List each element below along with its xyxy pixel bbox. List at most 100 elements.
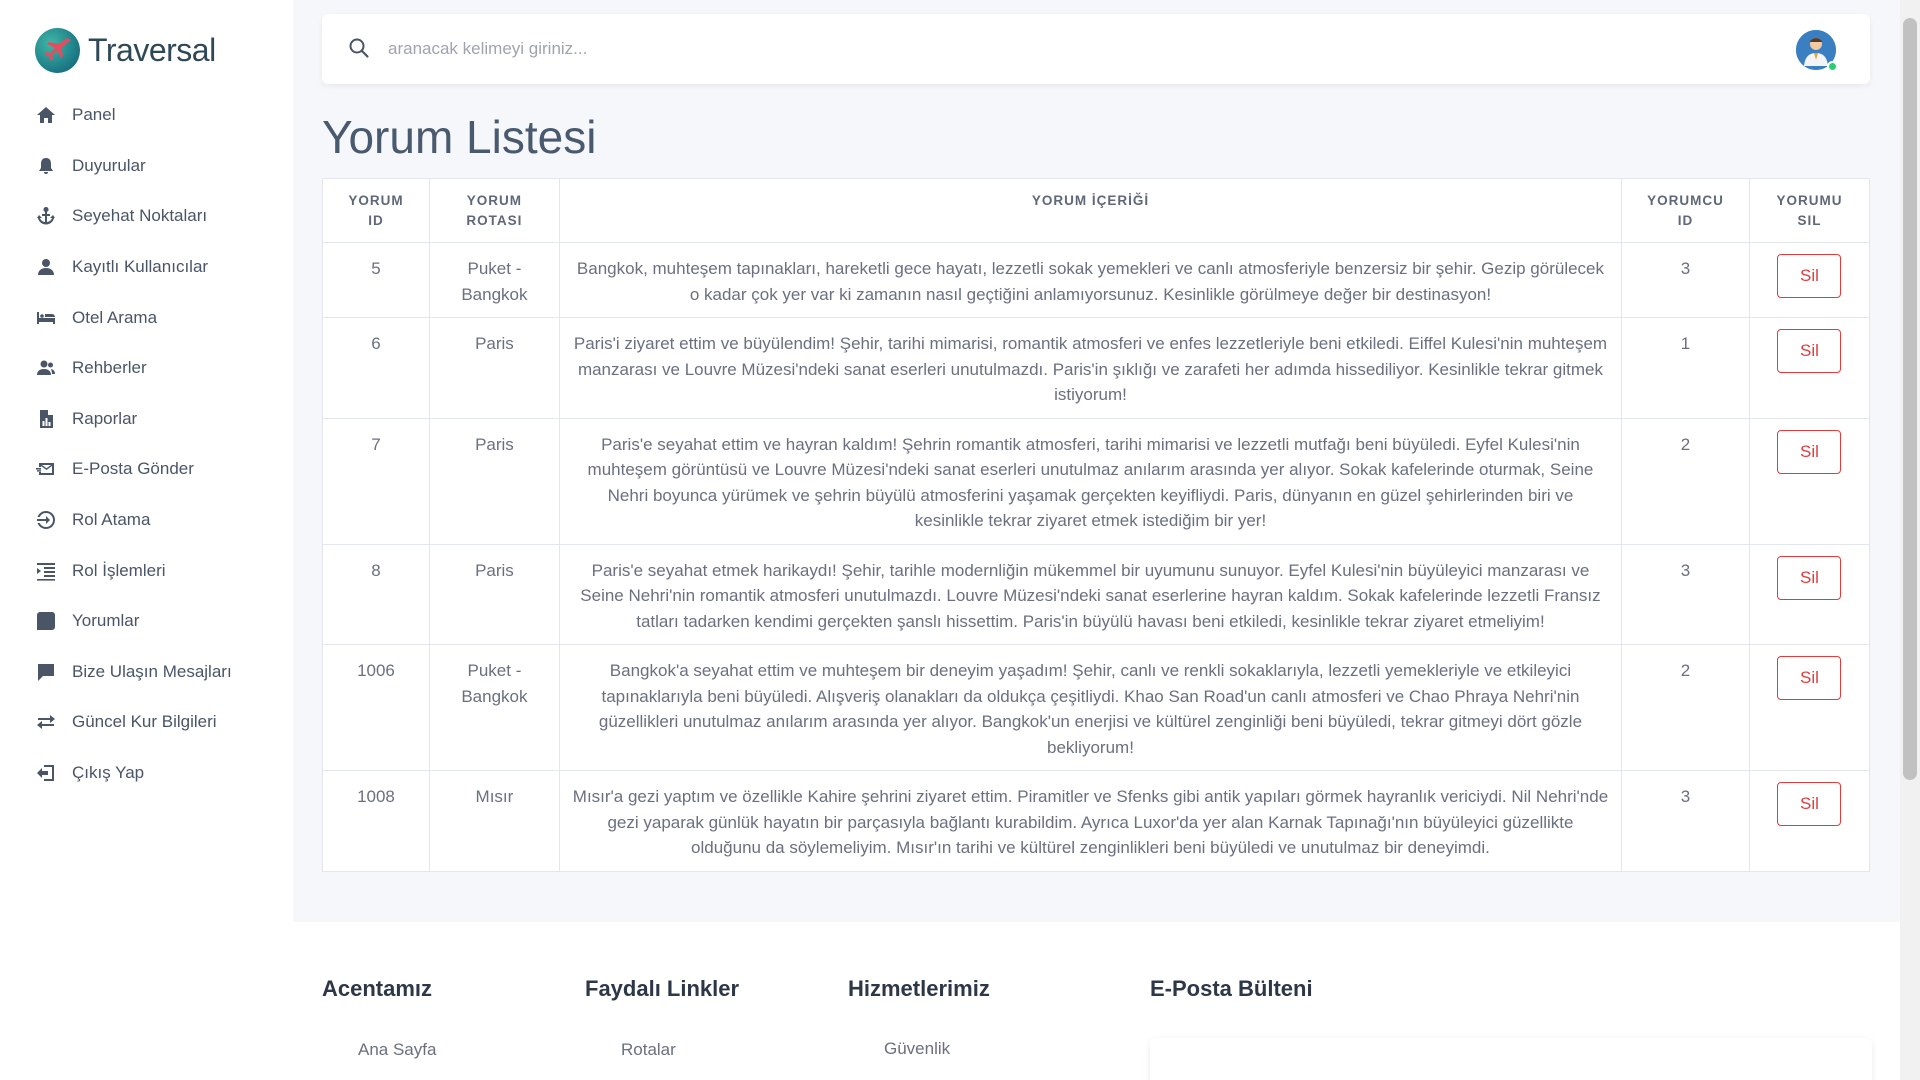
comment-content-cell: Paris'i ziyaret ettim ve büyülendim! Şeh… xyxy=(558,317,1623,419)
exchange-icon xyxy=(35,711,57,733)
sidebar-item-label: Otel Arama xyxy=(72,307,158,327)
commenter-id-cell: 2 xyxy=(1621,417,1750,545)
delete-comment-button[interactable]: Sil xyxy=(1777,555,1842,600)
footer-column-services: Hizmetlerimiz Güvenlik xyxy=(848,976,990,1058)
sidebar-item-label: Kayıtlı Kullanıcılar xyxy=(72,257,209,277)
anchor-icon xyxy=(35,205,57,227)
table-row: 6 Paris Paris'i ziyaret ettim ve büyülen… xyxy=(322,317,1871,419)
sidebar-item-e-posta-gonder[interactable]: E-Posta Gönder xyxy=(35,444,285,495)
comments-table: YORUM ID YORUM ROTASI YORUM İÇERİĞİ YORUMC… xyxy=(322,178,1871,872)
delete-comment-button[interactable]: Sil xyxy=(1777,782,1842,826)
delete-cell: Sil xyxy=(1748,644,1871,771)
comment-route-cell: Mısır xyxy=(428,770,560,872)
sidebar-item-otel-arama[interactable]: Otel Arama xyxy=(35,292,285,343)
sidebar-nav: Panel Duyurular Seyehat Noktaları Kayıtl… xyxy=(35,90,285,798)
comment-route-cell: Puket - Bangkok xyxy=(428,644,560,771)
commenter-id-cell: 3 xyxy=(1621,242,1750,318)
sidebar-item-label: Güncel Kur Bilgileri xyxy=(72,712,217,732)
brand-name: Traversal xyxy=(88,31,216,68)
commenter-id-cell: 2 xyxy=(1621,644,1750,771)
sidebar-item-raporlar[interactable]: Raporlar xyxy=(35,394,285,445)
sidebar-item-duyurular[interactable]: Duyurular xyxy=(35,141,285,192)
table-row: 5 Puket - Bangkok Bangkok, muhteşem tapı… xyxy=(322,242,1871,318)
footer-heading: Hizmetlerimiz xyxy=(848,976,990,1001)
home-icon xyxy=(35,104,57,126)
sidebar-item-label: Panel xyxy=(72,105,116,125)
commenter-id-cell: 3 xyxy=(1621,770,1750,872)
sidebar-item-rol-islemleri[interactable]: Rol İşlemleri xyxy=(35,545,285,596)
sign-in-icon xyxy=(35,509,57,531)
column-header-comment-id: YORUM ID xyxy=(322,178,430,243)
comment-content-cell: Bangkok'a seyahat ettim ve muhteşem bir … xyxy=(558,644,1623,771)
sidebar-item-label: Rehberler xyxy=(72,358,147,378)
brand-logo-icon xyxy=(35,27,80,73)
sidebar-item-label: Çıkış Yap xyxy=(72,763,145,783)
bell-icon xyxy=(35,155,57,177)
table-row: 1006 Puket - Bangkok Bangkok'a seyahat e… xyxy=(322,644,1871,771)
brand[interactable]: Traversal xyxy=(35,26,216,74)
delete-comment-button[interactable]: Sil xyxy=(1777,656,1842,700)
column-header-comment-content: YORUM İÇERİĞİ xyxy=(558,178,1623,243)
topbar xyxy=(322,14,1870,84)
sidebar-item-seyehat-noktalari[interactable]: Seyehat Noktaları xyxy=(35,191,285,242)
comment-content-cell: Mısır'a gezi yaptım ve özellikle Kahire … xyxy=(558,770,1623,872)
delete-cell: Sil xyxy=(1748,770,1871,872)
delete-cell: Sil xyxy=(1748,242,1871,318)
table-row: 7 Paris Paris'e seyahat ettim ve hayran … xyxy=(322,417,1871,545)
sidebar-item-label: Rol İşlemleri xyxy=(72,560,166,580)
comment-id-cell: 7 xyxy=(322,417,430,545)
sidebar-item-rehberler[interactable]: Rehberler xyxy=(35,343,285,394)
comment-content-cell: Paris'e seyahat ettim ve hayran kaldım! … xyxy=(558,417,1623,545)
comment-route-cell: Paris xyxy=(428,543,560,645)
column-header-delete-comment: YORUMU SIL xyxy=(1748,178,1871,243)
table-header-row: YORUM ID YORUM ROTASI YORUM İÇERİĞİ YORUMC… xyxy=(322,178,1871,243)
sidebar-item-kayitli-kullanicilar[interactable]: Kayıtlı Kullanıcılar xyxy=(35,242,285,293)
newsletter-input-box[interactable] xyxy=(1150,1038,1872,1080)
message-icon xyxy=(35,661,57,683)
commenter-id-cell: 1 xyxy=(1621,317,1750,419)
delete-comment-button[interactable]: Sil xyxy=(1777,254,1842,298)
commenter-id-cell: 3 xyxy=(1621,543,1750,645)
sidebar-item-bize-ulasin-mesajlari[interactable]: Bize Ulaşın Mesajları xyxy=(35,647,285,698)
sidebar-item-label: Raporlar xyxy=(72,408,138,428)
sidebar-item-rol-atama[interactable]: Rol Atama xyxy=(35,495,285,546)
delete-cell: Sil xyxy=(1748,317,1871,419)
sidebar-item-label: Duyurular xyxy=(72,155,146,175)
delete-comment-button[interactable]: Sil xyxy=(1777,429,1842,474)
users-icon xyxy=(35,357,57,379)
column-header-comment-route: YORUM ROTASI xyxy=(428,178,560,243)
comment-id-cell: 1008 xyxy=(322,770,430,872)
search-input[interactable] xyxy=(388,34,1388,64)
footer-link-security[interactable]: Güvenlik xyxy=(884,1039,950,1059)
sidebar-item-label: Seyehat Noktaları xyxy=(72,206,208,226)
logout-icon xyxy=(35,762,57,784)
footer-heading: Acentamız xyxy=(322,976,433,1001)
footer-heading: E-Posta Bülteni xyxy=(1150,976,1313,1001)
delete-comment-button[interactable]: Sil xyxy=(1777,329,1842,373)
comment-id-cell: 5 xyxy=(322,242,430,318)
footer: Acentamız Ana Sayfa Faydalı Linkler Rota… xyxy=(293,922,1900,1080)
search-icon[interactable] xyxy=(348,37,370,59)
comment-route-cell: Puket - Bangkok xyxy=(428,242,560,318)
sidebar-item-yorumlar[interactable]: Yorumlar xyxy=(35,596,285,647)
sidebar-item-label: Yorumlar xyxy=(72,611,140,631)
online-status-indicator xyxy=(1827,61,1838,72)
sidebar-item-cikis-yap[interactable]: Çıkış Yap xyxy=(35,748,285,799)
scrollbar-thumb[interactable] xyxy=(1903,18,1917,780)
table-row: 8 Paris Paris'e seyahat etmek harikaydı!… xyxy=(322,543,1871,645)
delete-cell: Sil xyxy=(1748,543,1871,645)
comment-icon xyxy=(35,610,57,632)
comment-route-cell: Paris xyxy=(428,417,560,545)
footer-column-agency: Acentamız Ana Sayfa xyxy=(322,976,436,1059)
delete-cell: Sil xyxy=(1748,417,1871,545)
sidebar-item-panel[interactable]: Panel xyxy=(35,90,285,141)
avatar[interactable] xyxy=(1796,30,1838,72)
footer-link-home[interactable]: Ana Sayfa xyxy=(358,1040,436,1060)
sidebar-item-guncel-kur-bilgileri[interactable]: Güncel Kur Bilgileri xyxy=(35,697,285,748)
comment-content-cell: Paris'e seyahat etmek harikaydı! Şehir, … xyxy=(558,543,1623,645)
comment-id-cell: 6 xyxy=(322,317,430,419)
comment-content-cell: Bangkok, muhteşem tapınakları, hareketli… xyxy=(558,242,1623,318)
page-scrollbar[interactable] xyxy=(1900,0,1920,1080)
sidebar-item-label: E-Posta Gönder xyxy=(72,459,194,479)
footer-link-routes[interactable]: Rotalar xyxy=(621,1040,676,1060)
